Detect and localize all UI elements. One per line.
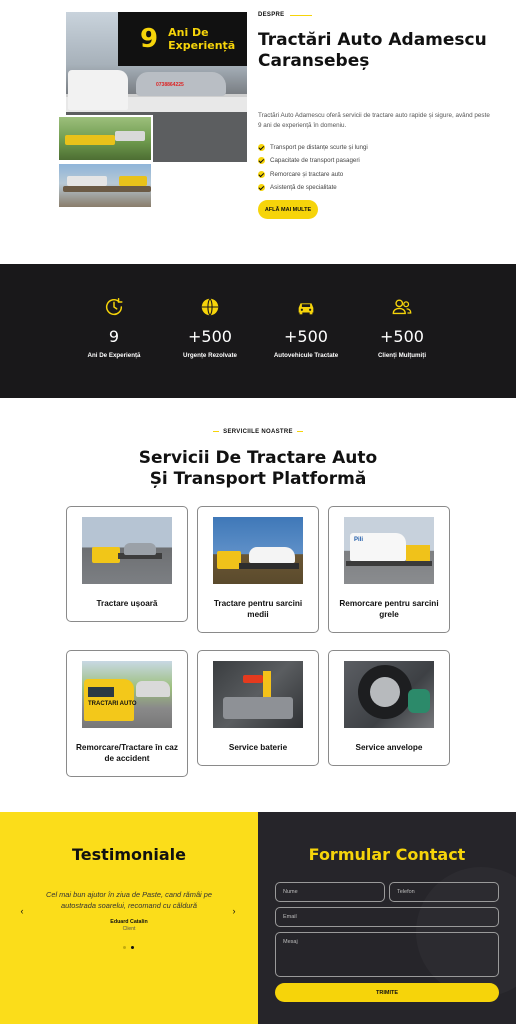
carousel-dot[interactable] [123,946,126,949]
stat-experience: 9 Ani De Experiență [64,296,164,359]
feature-item: Capacitate de transport pasageri [258,154,368,167]
stat-label: Autovehicule Tractate [273,352,339,359]
stat-value: +500 [188,327,232,346]
feature-item: Transport pe distanțe scurte și lungi [258,141,368,154]
phone-field[interactable] [389,882,499,902]
name-field[interactable] [275,882,385,902]
service-card-battery[interactable]: Service baterie [197,650,319,766]
feature-list: Transport pe distanțe scurte și lungi Ca… [258,141,368,194]
service-card-heavy-towing[interactable]: Pili Remorcare pentru sarcini grele [328,506,450,633]
feature-item: Asistență de specialitate [258,181,368,194]
globe-icon [201,298,219,316]
service-title: Remorcare pentru sarcini grele [339,599,439,619]
email-field[interactable] [275,907,499,927]
clock-icon [106,298,123,316]
check-icon [258,157,265,165]
about-title: Tractări Auto Adamescu Caransebeș [258,30,487,71]
contact-section: Formular Contact TRIMITE [258,812,516,1024]
service-photo [213,517,303,584]
car-icon [298,303,314,315]
stat-vehicles: +500 Autovehicule Tractate [256,296,356,359]
check-icon [258,170,265,178]
experience-text: Ani De Experiență [168,26,236,52]
service-card-accident-towing[interactable]: TRACTARI AUTO Remorcare/Tractare în caz … [66,650,188,777]
services-section: SERVICIILE NOASTRE Servicii De Tractare … [0,398,516,812]
testimonial-quote: Cel mai bun ajutor în ziua de Paste, can… [46,890,212,910]
testimonials-title: Testimoniale [72,845,186,864]
service-photo [82,517,172,584]
service-title: Tractare pentru sarcini medii [213,599,303,619]
testimonial-author: Eduard Catalin [110,919,148,925]
learn-more-button[interactable]: AFLĂ MAI MULTE [258,200,318,219]
stat-clients: +500 Clienți Mulțumiți [352,296,452,359]
services-kicker: SERVICIILE NOASTRE [0,429,516,435]
stat-value: +500 [284,327,328,346]
tow-truck-photo-small [57,162,153,209]
services-title: Servicii De Tractare Auto Și Transport P… [138,448,378,489]
chevron-right-icon[interactable]: › [229,906,239,916]
carousel-dots [123,946,134,949]
feature-item: Remorcare și tractare auto [258,168,368,181]
service-photo [213,661,303,728]
experience-number: 9 [140,24,159,54]
experience-badge: 9 Ani De Experiență [118,12,247,66]
submit-button[interactable]: TRIMITE [275,983,499,1002]
message-field[interactable] [275,932,499,977]
service-card-light-towing[interactable]: Tractare ușoară [66,506,188,622]
about-section: 0738864225 9 Ani De Experiență DESPRE Tr… [0,0,516,264]
check-icon [258,144,265,152]
service-photo: TRACTARI AUTO [82,661,172,728]
service-title: Tractare ușoară [96,599,158,608]
stats-section: 9 Ani De Experiență +500 Urgențe Rezolva… [0,264,516,398]
service-title: Service baterie [228,743,288,752]
service-title: Remorcare/Tractare în caz de accident [76,743,178,763]
service-title: Service anvelope [355,743,423,752]
service-photo [344,661,434,728]
stat-label: Ani De Experiență [87,352,141,359]
chevron-left-icon[interactable]: ‹ [17,906,27,916]
users-icon [392,299,412,315]
service-photo: Pili [344,517,434,584]
contact-title: Formular Contact [308,845,466,864]
service-card-tires[interactable]: Service anvelope [328,650,450,766]
check-icon [258,184,265,192]
service-card-medium-towing[interactable]: Tractare pentru sarcini medii [197,506,319,633]
stat-label: Urgențe Rezolvate [183,352,237,359]
stat-value: 9 [108,327,120,346]
stat-emergencies: +500 Urgențe Rezolvate [160,296,260,359]
stat-value: +500 [380,327,424,346]
testimonial-role: Client [122,926,136,932]
carousel-dot-active[interactable] [131,946,134,949]
tow-truck-photo-small [57,115,153,162]
testimonials-section: Testimoniale ‹ › Cel mai bun ajutor în z… [0,812,258,1024]
about-description: Tractări Auto Adamescu oferă servicii de… [258,112,490,129]
about-kicker: DESPRE [258,12,313,18]
stat-label: Clienți Mulțumiți [377,352,427,359]
